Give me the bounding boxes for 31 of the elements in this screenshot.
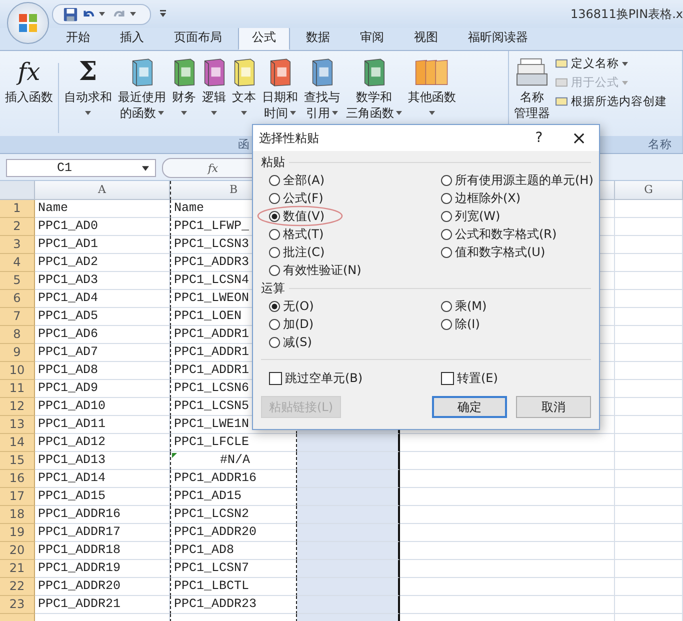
function-glyph-icon: Σ xyxy=(78,55,98,89)
group-label: 名称 xyxy=(648,137,672,152)
table-cell: PPC1_AD4 xyxy=(35,290,170,308)
table-cell: PPC1_ADDR16 xyxy=(35,506,170,524)
table-cell: #N/A xyxy=(170,452,297,470)
table-cell: PPC1_AD10 xyxy=(35,398,170,416)
table-cell: PPC1_AD14 xyxy=(35,470,170,488)
table-cell: PPC1_AD7 xyxy=(35,344,170,362)
table-cell: PPC1_AD0 xyxy=(35,218,170,236)
table-cell: PPC1_AD5 xyxy=(35,308,170,326)
table-cell: PPC1_AD2 xyxy=(35,254,170,272)
window-title: 136811换PIN表格.x xyxy=(570,6,683,22)
table-cell: PPC1_AD11 xyxy=(35,416,170,434)
table-cell: PPC1_AD1 xyxy=(35,236,170,254)
table-cell: PPC1_ADDR19 xyxy=(35,560,170,578)
dialog-title: 选择性粘贴 xyxy=(259,130,320,146)
table-cell: PPC1_AD8 xyxy=(35,362,170,380)
section-label: 粘贴 xyxy=(261,154,285,170)
table-cell: PPC1_AD6 xyxy=(35,326,170,344)
function-glyph-icon: fx xyxy=(18,55,40,89)
table-cell: PPC1_AD9 xyxy=(35,380,170,398)
group-label: 函 xyxy=(238,137,250,152)
table-cell: PPC1_AD3 xyxy=(35,272,170,290)
table-cell: PPC1_ADDR21 xyxy=(35,596,170,614)
table-cell: PPC1_ADDR20 xyxy=(35,578,170,596)
table-cell: PPC1_ADDR18 xyxy=(35,542,170,560)
table-cell: PPC1_AD13 xyxy=(35,452,170,470)
table-cell: PPC1_AD12 xyxy=(35,434,170,452)
table-cell: Name xyxy=(35,200,170,218)
table-cell: PPC1_AD15 xyxy=(35,488,170,506)
table-cell: PPC1_ADDR17 xyxy=(35,524,170,542)
